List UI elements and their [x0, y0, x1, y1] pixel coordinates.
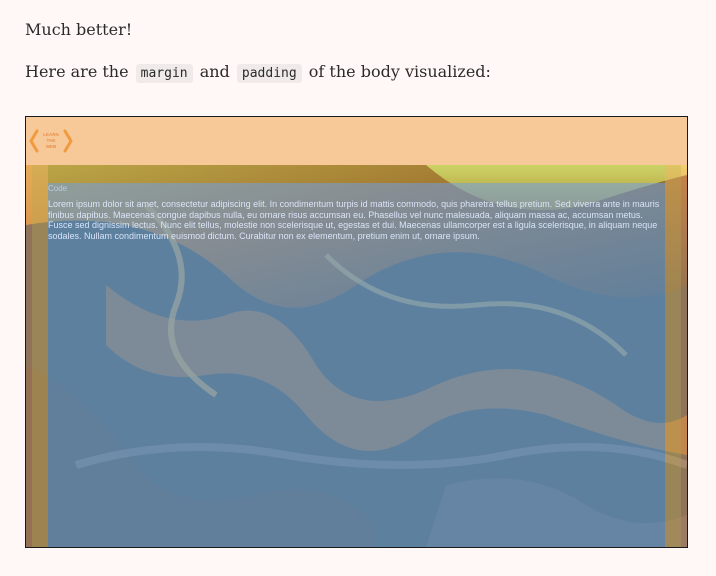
explanation-text: Here are the margin and padding of the b…	[25, 60, 491, 86]
learn-the-web-logo: LEARN THE WEB	[29, 129, 73, 153]
sentence-after: of the body visualized:	[303, 62, 491, 81]
logo-line-2: THE	[47, 138, 56, 143]
margin-overlay-left	[26, 165, 48, 547]
margin-code: margin	[135, 64, 193, 83]
lorem-paragraph: Lorem ipsum dolor sit amet, consectetur …	[48, 199, 660, 241]
content-text: Code Lorem ipsum dolor sit amet, consect…	[48, 185, 660, 241]
content-small-link: Code	[48, 184, 68, 193]
box-model-visualization: LEARN THE WEB Code Lorem ipsum dolor sit…	[25, 116, 688, 548]
logo-line-1: LEARN	[43, 132, 59, 137]
padding-code: padding	[236, 64, 302, 83]
sentence-before: Here are the	[25, 62, 134, 81]
intro-text: Much better!	[25, 20, 133, 39]
margin-overlay-right	[665, 165, 687, 547]
logo-line-3: WEB	[46, 144, 57, 149]
margin-overlay-top	[26, 117, 687, 165]
sentence-middle: and	[194, 62, 235, 81]
